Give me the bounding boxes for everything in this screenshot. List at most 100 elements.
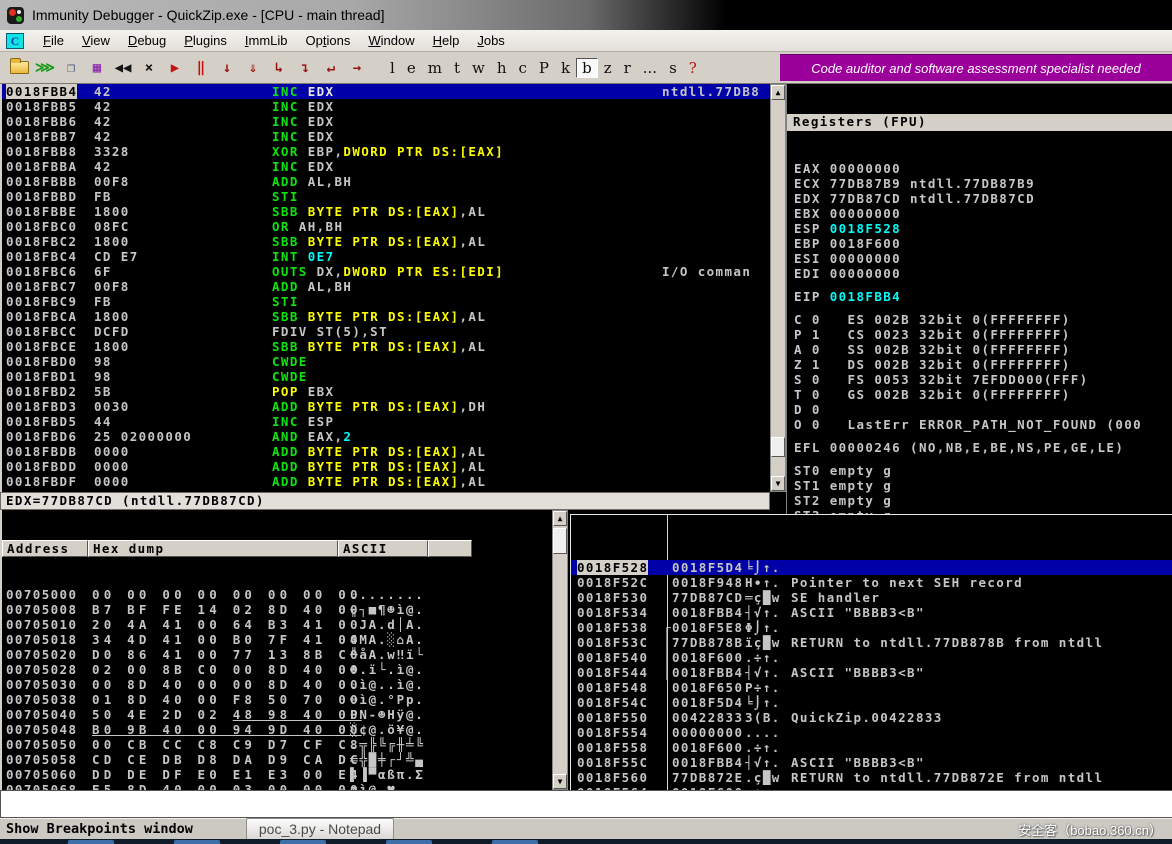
stack-row[interactable]: 0018F55400000000.... — [571, 725, 1172, 740]
register-line[interactable]: Z 1 DS 002B 32bit 0(FFFFFFFF) — [787, 357, 1172, 372]
disasm-row[interactable]: 0018FBCA1800SBB BYTE PTR DS:[EAX],AL — [2, 309, 770, 324]
hex-dump-row[interactable]: 00705060DD DE DF E0 E1 E3 00 E4▌▐▀αßπ.Σ — [2, 767, 552, 782]
shortcut-c[interactable]: c — [512, 58, 532, 78]
stack-row[interactable]: 0018F53077DB87CD═ç█wSE handler — [571, 590, 1172, 605]
disasm-row[interactable]: 0018FBC66FOUTS DX,DWORD PTR ES:[EDI]I/O … — [2, 264, 770, 279]
taskbar-button[interactable] — [68, 840, 114, 844]
disasm-row[interactable]: 0018FBC21800SBB BYTE PTR DS:[EAX],AL — [2, 234, 770, 249]
menu-item-plugins[interactable]: Plugins — [175, 31, 236, 50]
shortcut-r[interactable]: r — [618, 58, 637, 78]
shortcut-t[interactable]: t — [448, 58, 466, 78]
stack-row[interactable]: 0018F550004228333(B.QuickZip.00422833 — [571, 710, 1172, 725]
register-line[interactable]: ST1 empty g — [787, 478, 1172, 493]
register-line[interactable]: EAX 00000000 — [787, 161, 1172, 176]
hex-dump-row[interactable]: 0070503000 8D 40 00 00 8D 40 00.ì@..ì@. — [2, 677, 552, 692]
scrollbar-thumb[interactable] — [771, 437, 785, 457]
stack-row[interactable]: 0018F56077DB872E.ç█wRETURN to ntdll.77DB… — [571, 770, 1172, 785]
disasm-row[interactable]: 0018FBD625 02000000AND EAX,2 — [2, 429, 770, 444]
disasm-row[interactable]: 0018FBB83328XOR EBP,DWORD PTR DS:[EAX] — [2, 144, 770, 159]
taskbar-button[interactable] — [492, 840, 538, 844]
menu-item-view[interactable]: View — [73, 31, 119, 50]
taskbar-button-notepad[interactable]: poc_3.py - Notepad — [246, 818, 394, 841]
menu-item-debug[interactable]: Debug — [119, 31, 175, 50]
hex-dump-row[interactable]: 0070504050 4E 2D 02 48 98 40 00PN-☻Hÿ@. — [2, 707, 552, 722]
shortcut-...[interactable]: ... — [637, 58, 663, 78]
disasm-row[interactable]: 0018FBB642INC EDX — [2, 114, 770, 129]
restart-icon[interactable]: ⋙ — [34, 56, 56, 80]
command-input[interactable] — [0, 790, 1172, 818]
disasm-row[interactable]: 0018FBDB0000ADD BYTE PTR DS:[EAX],AL — [2, 444, 770, 459]
taskbar-button[interactable] — [280, 840, 326, 844]
scroll-up-icon[interactable]: ▲ — [771, 85, 785, 100]
hex-dump-row[interactable]: 0070502802 00 8B C0 00 8D 40 00☻.ï└.ì@. — [2, 662, 552, 677]
shortcut-m[interactable]: m — [422, 58, 448, 78]
disassembly-scrollbar[interactable]: ▲ ▼ — [770, 84, 786, 492]
disasm-row[interactable]: 0018FBC700F8ADD AL,BH — [2, 279, 770, 294]
shortcut-s[interactable]: s — [663, 58, 683, 78]
taskbar-button[interactable] — [174, 840, 220, 844]
stack-row[interactable]: 0018F540│0018F600.÷↑. — [571, 650, 1172, 665]
disasm-row[interactable]: 0018FBBDFBSTI — [2, 189, 770, 204]
shortcut-?[interactable]: ? — [683, 58, 703, 78]
register-line[interactable]: ST0 empty g — [787, 463, 1172, 478]
open-file-icon[interactable] — [8, 56, 30, 80]
register-line[interactable]: EBX 00000000 — [787, 206, 1172, 221]
register-line[interactable]: P 1 CS 0023 32bit 0(FFFFFFFF) — [787, 327, 1172, 342]
appearance-icon[interactable]: ▦ — [86, 56, 108, 80]
disasm-row[interactable]: 0018FBBB00F8ADD AL,BH — [2, 174, 770, 189]
disasm-row[interactable]: 0018FBD098CWDE — [2, 354, 770, 369]
register-line[interactable]: C 0 ES 002B 32bit 0(FFFFFFFF) — [787, 312, 1172, 327]
hex-dump-row[interactable]: 00705048B0 9B 40 00 94 9D 40 00░¢@.ö¥@. — [2, 722, 552, 737]
execute-till-user-code-icon[interactable]: → — [346, 56, 368, 80]
disasm-row[interactable]: 0018FBC9FBSTI — [2, 294, 770, 309]
taskbar-button[interactable] — [386, 840, 432, 844]
stack-row[interactable]: 0018F538┌0018F5E8Φ⌡↑. — [571, 620, 1172, 635]
stack-row[interactable]: 0018F5580018F600.÷↑. — [571, 740, 1172, 755]
stack-row[interactable]: 0018F5480018F650P÷↑. — [571, 680, 1172, 695]
menu-item-help[interactable]: Help — [424, 31, 469, 50]
trace-over-icon[interactable]: ↴ — [294, 56, 316, 80]
disasm-row[interactable]: 0018FBBE1800SBB BYTE PTR DS:[EAX],AL — [2, 204, 770, 219]
column-header-ascii[interactable]: ASCII — [338, 540, 428, 557]
disasm-row[interactable]: 0018FBD25BPOP EBX — [2, 384, 770, 399]
menu-item-options[interactable]: Options — [297, 31, 360, 50]
run-icon[interactable]: ▶ — [164, 56, 186, 80]
register-line[interactable]: D 0 — [787, 402, 1172, 417]
disasm-row[interactable]: 0018FBDD0000ADD BYTE PTR DS:[EAX],AL — [2, 459, 770, 474]
close-icon[interactable]: × — [138, 56, 160, 80]
disasm-row[interactable]: 0018FBD30030ADD BYTE PTR DS:[EAX],DH — [2, 399, 770, 414]
disasm-row[interactable]: 0018FBC4CD E7INT 0E7 — [2, 249, 770, 264]
register-line[interactable]: EFL 00000246 (NO,NB,E,BE,NS,PE,GE,LE) — [787, 440, 1172, 455]
register-line[interactable]: ST2 empty g — [787, 493, 1172, 508]
stack-row[interactable]: 0018F54C0018F5D4╘⌡↑. — [571, 695, 1172, 710]
disasm-row[interactable]: 0018FBBA42INC EDX — [2, 159, 770, 174]
menu-item-window[interactable]: Window — [359, 31, 423, 50]
shortcut-w[interactable]: w — [466, 58, 491, 78]
stack-row[interactable]: 0018F5280018F5D4╘⌡↑. — [571, 560, 1172, 575]
shortcut-P[interactable]: P — [533, 58, 555, 78]
scroll-down-icon[interactable]: ▼ — [553, 774, 567, 789]
disasm-row[interactable]: 0018FBB742INC EDX — [2, 129, 770, 144]
register-line[interactable]: EIP 0018FBB4 — [787, 289, 1172, 304]
stack-row[interactable]: 0018F544│0018FBB4┤√↑.ASCII "BBBB3<B" — [571, 665, 1172, 680]
disasm-row[interactable]: 0018FBD544INC ESP — [2, 414, 770, 429]
step-over-icon[interactable]: ⇓ — [242, 56, 264, 80]
hex-dump-row[interactable]: 00705058CD CE DB D8 DA D9 CA DC═╬█╪┌┘╩▄ — [2, 752, 552, 767]
scrollbar-thumb[interactable] — [553, 528, 567, 554]
shortcut-b[interactable]: b — [576, 58, 598, 78]
scroll-up-icon[interactable]: ▲ — [553, 511, 567, 526]
shortcut-h[interactable]: h — [491, 58, 513, 78]
menu-item-file[interactable]: File — [34, 31, 73, 50]
shortcut-e[interactable]: e — [401, 58, 422, 78]
disasm-row[interactable]: 0018FBD198CWDE — [2, 369, 770, 384]
step-back-icon[interactable]: ◀◀ — [112, 56, 134, 80]
hex-dump-row[interactable]: 0070501834 4D 41 00 B0 7F 41 004MA.░⌂A. — [2, 632, 552, 647]
register-line[interactable]: ESI 00000000 — [787, 251, 1172, 266]
hex-dump-row[interactable]: 00705020D0 86 41 00 77 13 8B C0╨åA.w‼ï└ — [2, 647, 552, 662]
stack-row[interactable]: 0018F55C0018FBB4┤√↑.ASCII "BBBB3<B" — [571, 755, 1172, 770]
register-line[interactable]: A 0 SS 002B 32bit 0(FFFFFFFF) — [787, 342, 1172, 357]
menu-item-immlib[interactable]: ImmLib — [236, 31, 297, 50]
windows-list-icon[interactable]: ❐ — [60, 56, 82, 80]
disasm-row[interactable]: 0018FBCE1800SBB BYTE PTR DS:[EAX],AL — [2, 339, 770, 354]
hex-dump-scrollbar[interactable]: ▲ ▼ — [552, 510, 568, 790]
